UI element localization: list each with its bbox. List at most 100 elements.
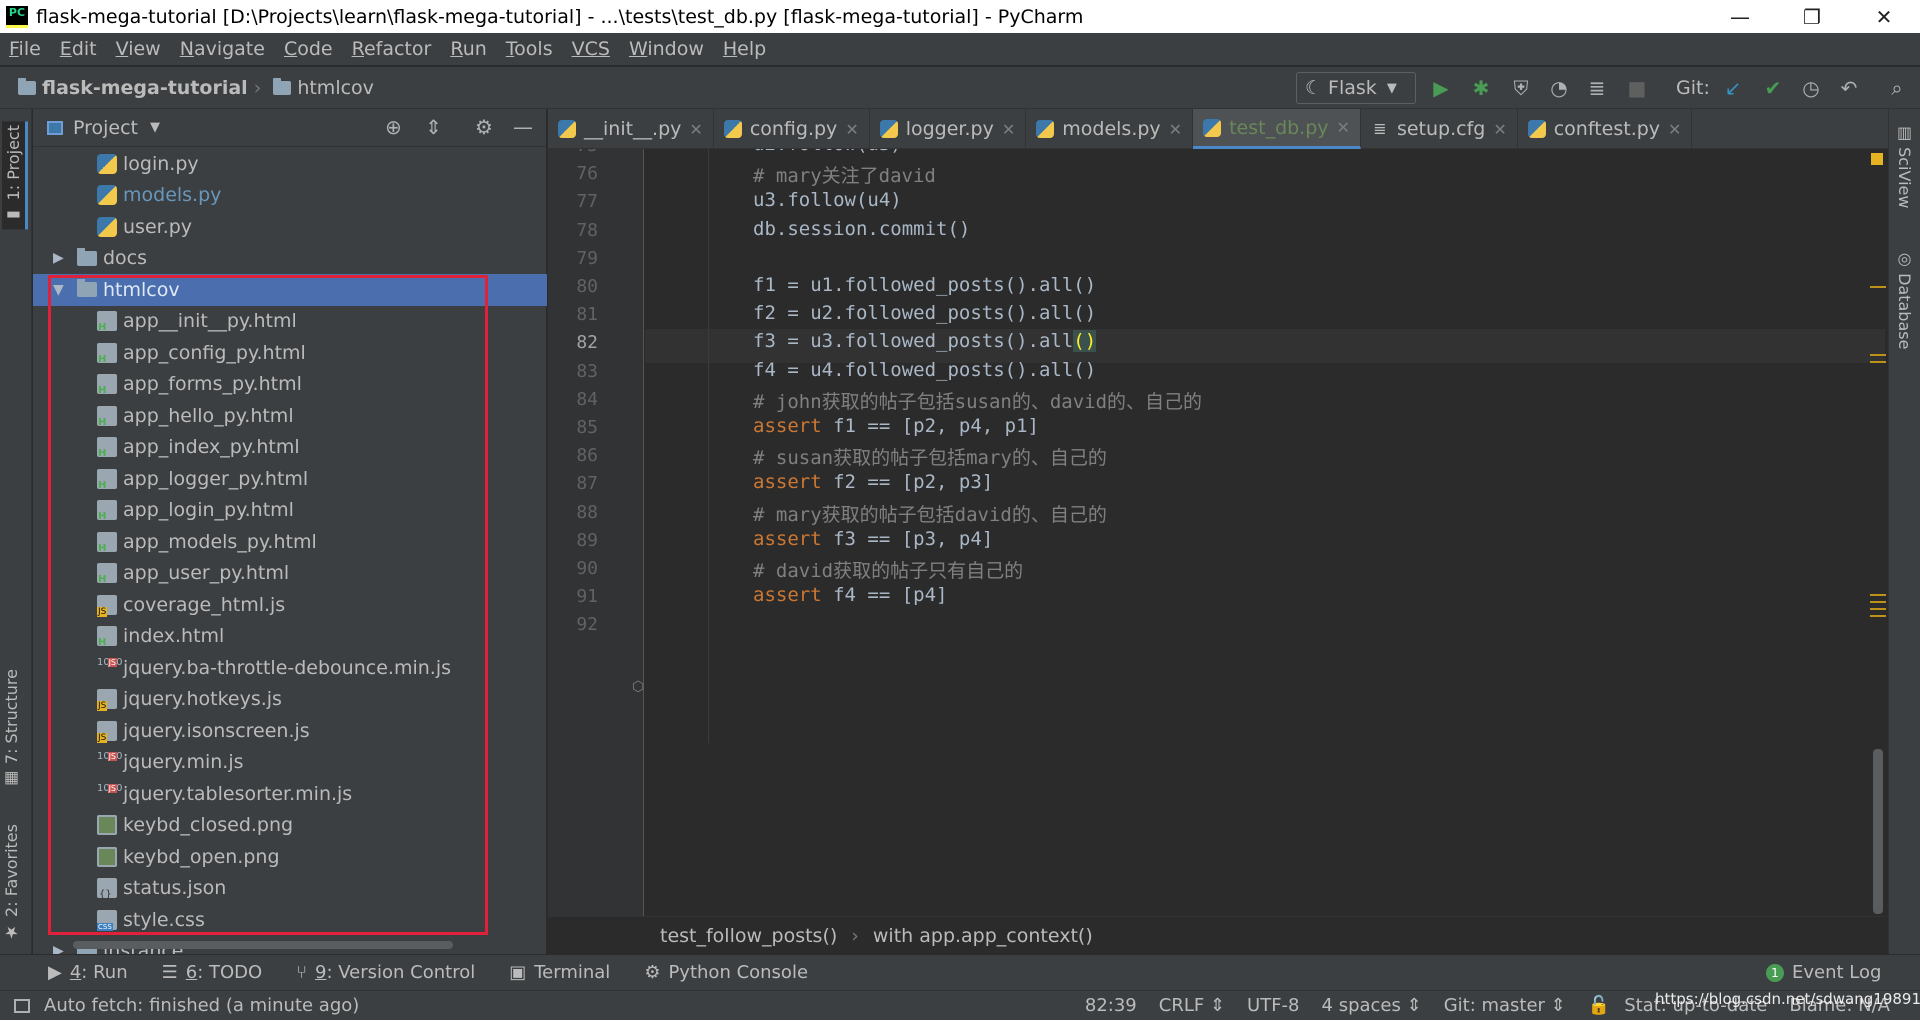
run-icon[interactable]: ▶ [1428,75,1454,101]
event-log-button[interactable]: 1 Event Log [1766,962,1881,983]
editor-tab[interactable]: models.py ✕ [1026,109,1194,149]
editor-tab[interactable]: conftest.py ✕ [1518,109,1693,149]
tree-file[interactable]: app_index_py.html [33,432,547,464]
lock-icon[interactable]: 🔓 [1588,995,1610,1016]
close-icon[interactable]: ✕ [689,120,702,139]
database-tool-tab[interactable]: ◎ Database [1895,249,1914,349]
tool-window-button[interactable]: ▶ 4: Run [48,962,128,983]
stop-icon[interactable]: ■ [1624,75,1650,101]
git-update-icon[interactable]: ↙ [1720,75,1746,101]
tool-window-button[interactable]: ☰ 6: TODO [162,962,263,983]
menu-item-4[interactable]: Code [275,38,343,60]
close-window-button[interactable]: ✕ [1848,0,1920,33]
close-icon[interactable]: ✕ [1668,120,1681,139]
error-stripe-mark[interactable] [1870,286,1886,288]
close-icon[interactable]: ✕ [1002,120,1015,139]
menu-item-3[interactable]: Navigate [171,38,275,60]
revert-icon[interactable]: ↶ [1836,75,1862,101]
nav-project-crumb[interactable]: flask-mega-tutorial [12,77,248,99]
tool-window-button[interactable]: ▣ Terminal [509,962,610,983]
collapse-all-icon[interactable]: ⇕ [425,115,442,139]
nav-folder-crumb[interactable]: htmlcov [267,77,374,99]
menu-item-8[interactable]: VCS [563,38,620,60]
tree-folder[interactable]: ▶ docs [33,243,547,275]
favorites-tool-tab[interactable]: ★ 2: Favorites [2,824,21,942]
error-stripe-mark[interactable] [1870,608,1886,610]
inspection-status-icon[interactable] [1871,153,1883,165]
fold-marker-icon[interactable]: ⬡ [632,679,644,695]
concurrency-icon[interactable]: ≣ [1584,75,1610,101]
toggle-tool-windows-icon[interactable] [14,998,30,1013]
close-icon[interactable]: ✕ [1493,120,1506,139]
profile-icon[interactable]: ◔ [1546,75,1572,101]
tree-file[interactable]: coverage_html.js [33,589,547,621]
menu-item-7[interactable]: Tools [497,38,563,60]
history-icon[interactable]: ◷ [1798,75,1824,101]
menu-item-10[interactable]: Help [714,38,776,60]
git-commit-icon[interactable]: ✔ [1760,75,1786,101]
tree-horizontal-scrollbar[interactable] [73,941,453,949]
tree-file[interactable]: app_config_py.html [33,337,547,369]
hide-icon[interactable]: — [513,115,533,139]
tree-file[interactable]: keybd_open.png [33,841,547,873]
file-encoding[interactable]: UTF-8 [1247,995,1299,1016]
tree-file[interactable]: 1010jquery.min.js [33,747,547,779]
project-tool-tab[interactable]: ▬ 1: Project [2,121,28,230]
close-icon[interactable]: ✕ [845,120,858,139]
chevron-down-icon[interactable]: ▼ [150,120,160,135]
error-stripe-mark[interactable] [1870,601,1886,603]
tree-file[interactable]: app_login_py.html [33,495,547,527]
menu-item-1[interactable]: Edit [51,38,107,60]
code-editor[interactable]: 75 76 77 78 79 80 81 82 83 84 85 86 87 88 89 90 91 92 ⬡ u… [548,149,1888,916]
close-icon[interactable]: ✕ [1337,118,1350,137]
tree-file[interactable]: app_models_py.html [33,526,547,558]
git-branch[interactable]: Git: master ⇕ [1444,995,1566,1016]
tool-window-button[interactable]: ⚙ Python Console [644,962,808,983]
editor-tab[interactable]: test_db.py ✕ [1193,109,1361,149]
editor-scrollbar[interactable] [1873,749,1883,914]
breadcrumb-function[interactable]: test_follow_posts() [660,925,837,947]
tree-file[interactable]: jquery.hotkeys.js [33,684,547,716]
locate-icon[interactable]: ⊕ [385,115,402,139]
tree-file[interactable]: app_logger_py.html [33,463,547,495]
menu-item-6[interactable]: Run [441,38,496,60]
breadcrumb-context[interactable]: with app.app_context() [873,925,1093,947]
tree-file[interactable]: app_forms_py.html [33,369,547,401]
project-view-title[interactable]: Project [73,117,138,139]
menu-item-9[interactable]: Window [620,38,714,60]
caret-position[interactable]: 82:39 [1085,995,1137,1016]
tree-file[interactable]: app_user_py.html [33,558,547,590]
status-message[interactable]: Auto fetch: finished (a minute ago) [44,995,1063,1016]
error-stripe-mark[interactable] [1870,594,1886,596]
sciview-tool-tab[interactable]: ▥ SciView [1895,123,1914,208]
tree-file[interactable]: login.py [33,148,547,180]
close-icon[interactable]: ✕ [1169,120,1182,139]
tree-file[interactable]: index.html [33,621,547,653]
restore-button[interactable]: ❐ [1776,0,1848,33]
tree-file[interactable]: 1010jquery.tablesorter.min.js [33,778,547,810]
error-stripe-mark[interactable] [1870,361,1886,363]
tree-file[interactable]: keybd_closed.png [33,810,547,842]
tool-window-button[interactable]: ⑂ 9: Version Control [296,962,475,983]
menu-item-2[interactable]: View [107,38,171,60]
editor-tab[interactable]: logger.py ✕ [870,109,1027,149]
editor-tab[interactable]: __init__.py ✕ [548,109,714,149]
chevron-right-icon[interactable]: ▶ [53,943,67,954]
search-icon[interactable]: ⌕ [1884,75,1910,101]
tree-file[interactable]: status.json [33,873,547,905]
tree-file[interactable]: app__init__py.html [33,306,547,338]
coverage-icon[interactable]: ⛨ [1508,75,1534,101]
tree-file[interactable]: style.css [33,904,547,936]
debug-icon[interactable]: ✱ [1468,75,1494,101]
tree-file[interactable]: user.py [33,211,547,243]
run-configuration-select[interactable]: ☾ Flask ▼ [1296,72,1416,104]
tree-file[interactable]: 1010jquery.ba-throttle-debounce.min.js [33,652,547,684]
tree-file[interactable]: app_hello_py.html [33,400,547,432]
indent-setting[interactable]: 4 spaces ⇕ [1322,995,1422,1016]
gear-icon[interactable]: ⚙ [475,115,493,139]
tree-file[interactable]: models.py [33,180,547,212]
tree-folder[interactable]: ▼ htmlcov [33,274,547,306]
chevron-down-icon[interactable]: ▼ [53,282,67,298]
menu-item-5[interactable]: Refactor [343,38,442,60]
menu-item-0[interactable]: File [0,38,51,60]
